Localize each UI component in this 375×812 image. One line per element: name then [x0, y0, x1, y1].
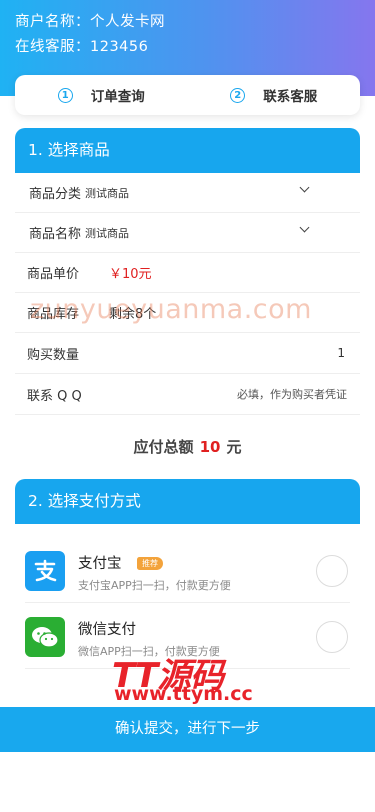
order-query-button[interactable]: 1 订单查询	[15, 85, 188, 105]
chevron-down-icon	[299, 182, 310, 193]
wechat-radio[interactable]	[316, 621, 348, 653]
number-two-icon: 2	[230, 87, 246, 103]
total-amount: 应付总额 10 元	[0, 436, 375, 457]
service-line: 在线客服：123456	[15, 35, 148, 56]
section-payment-title: 2. 选择支付方式	[15, 479, 360, 524]
wechat-desc: 微信APP扫一扫，付款更方便	[78, 645, 220, 658]
service-label: 在线客服：	[15, 39, 90, 55]
contact-service-button[interactable]: 2 联系客服	[188, 85, 361, 105]
product-select[interactable]: 商品名称 测试商品	[15, 213, 360, 253]
category-value: 测试商品	[85, 186, 130, 200]
recommend-badge: 推荐	[137, 557, 163, 570]
service-value: 123456	[90, 39, 149, 55]
wechat-name: 微信支付	[78, 622, 136, 638]
wechat-icon	[25, 617, 65, 657]
quick-nav: 1 订单查询 2 联系客服	[15, 75, 360, 115]
qq-input[interactable]: 必填，作为购买者凭证	[237, 386, 347, 402]
product-label: 商品名称	[29, 227, 82, 242]
stock-label: 商品库存	[27, 307, 80, 322]
merchant-label: 商户名称：	[15, 14, 90, 30]
category-select[interactable]: 商品分类 测试商品	[15, 173, 360, 213]
merchant-name: 个人发卡网	[90, 14, 165, 30]
price-value: ￥10元	[109, 267, 152, 282]
total-label: 应付总额	[133, 438, 194, 456]
merchant-name-line: 商户名称：个人发卡网	[15, 10, 165, 31]
product-value: 测试商品	[85, 226, 130, 240]
total-value: 10	[199, 438, 221, 456]
quantity-input[interactable]: 1	[337, 346, 345, 360]
total-unit: 元	[226, 438, 242, 456]
number-one-icon: 1	[57, 87, 73, 103]
section-select-product-title: 1. 选择商品	[15, 128, 360, 173]
category-label: 商品分类	[29, 187, 82, 202]
quantity-label: 购买数量	[27, 347, 80, 363]
contact-service-label: 联系客服	[263, 89, 318, 105]
chevron-down-icon	[299, 222, 310, 233]
alipay-radio[interactable]	[316, 555, 348, 587]
alipay-name: 支付宝	[78, 556, 122, 572]
price-row: 商品单价 ￥10元	[15, 253, 360, 293]
price-label: 商品单价	[27, 267, 80, 282]
quantity-row: 购买数量 1	[15, 333, 360, 374]
stock-value: 剩余8个	[109, 307, 157, 322]
submit-button[interactable]: 确认提交，进行下一步	[0, 707, 375, 752]
alipay-icon	[25, 551, 65, 591]
order-query-label: 订单查询	[90, 89, 145, 105]
watermark-site: www.ttym.cc	[114, 683, 253, 705]
stock-row: 商品库存 剩余8个	[15, 293, 360, 333]
payment-option-alipay[interactable]: 支付宝 推荐 支付宝APP扫一扫，付款更方便	[25, 537, 350, 603]
alipay-desc: 支付宝APP扫一扫，付款更方便	[78, 579, 231, 592]
qq-label: 联系 Q Q	[27, 388, 82, 404]
payment-option-wechat[interactable]: 微信支付 微信APP扫一扫，付款更方便	[25, 603, 350, 669]
qq-row: 联系 Q Q 必填，作为购买者凭证	[15, 374, 360, 415]
